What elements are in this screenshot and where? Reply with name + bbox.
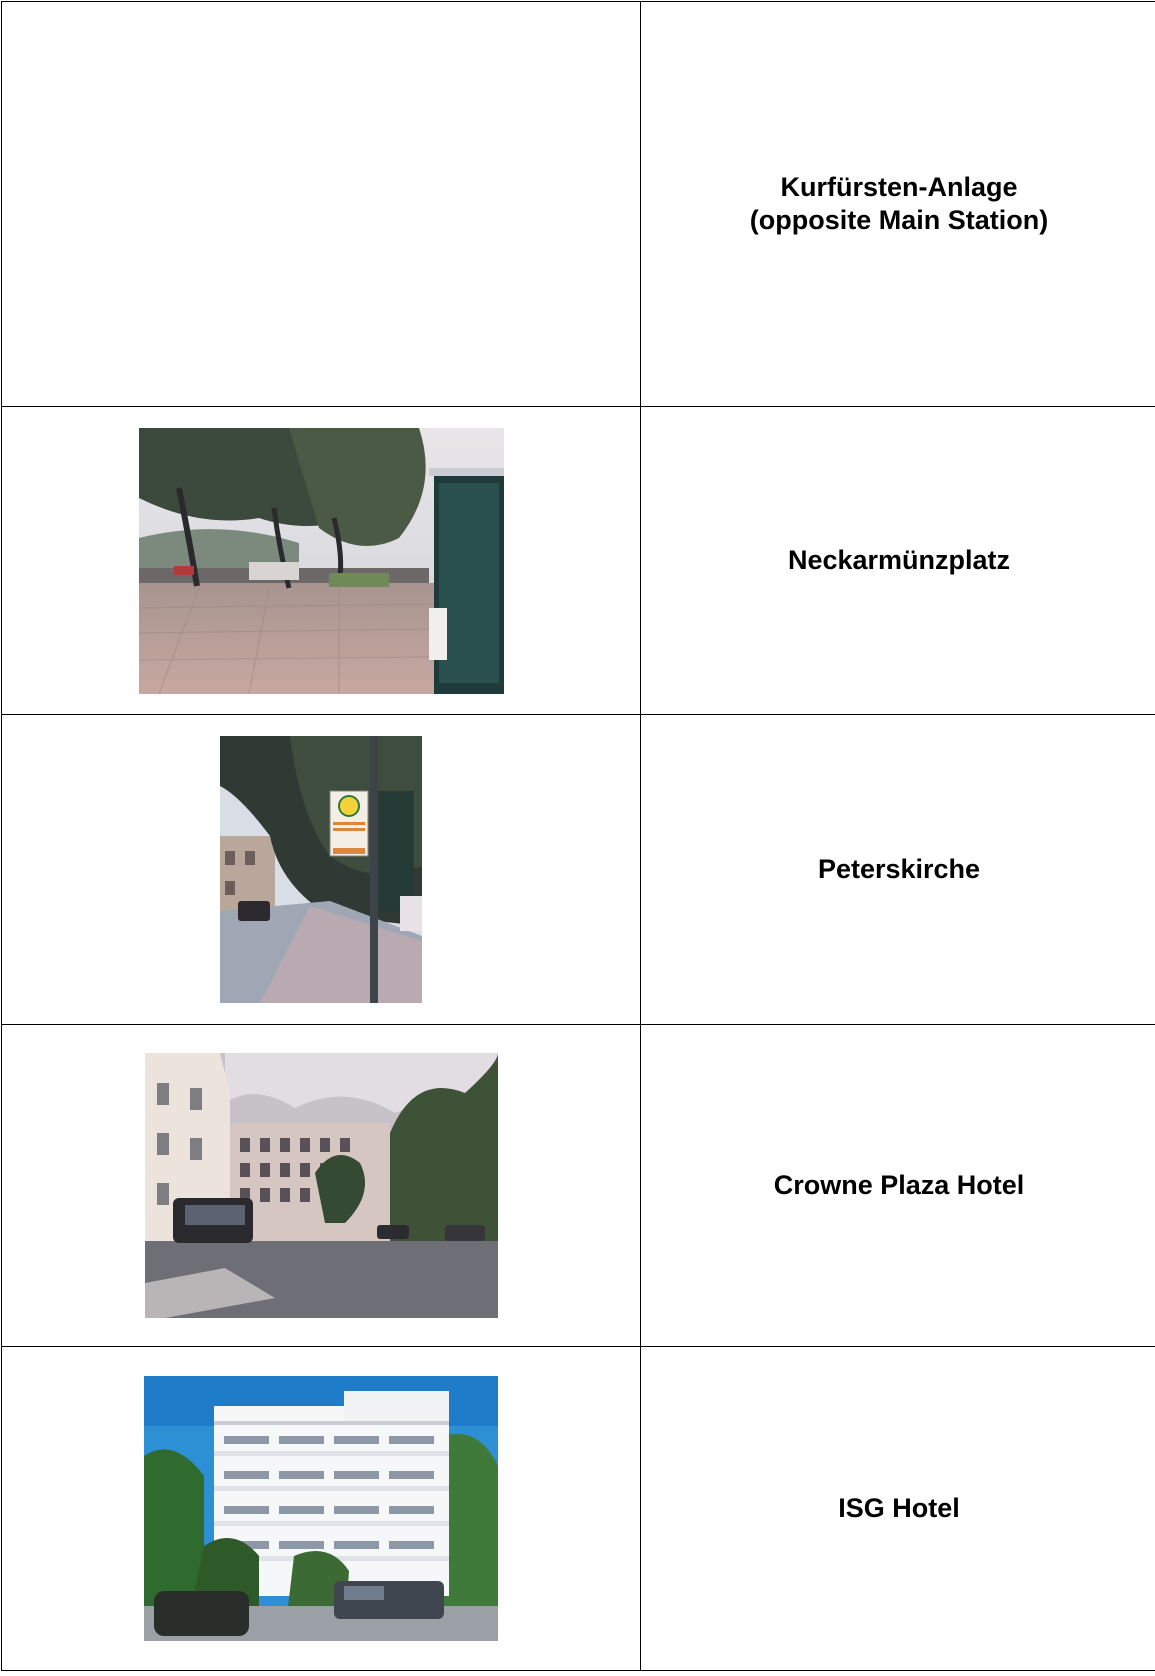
stop-name: ISG Hotel [838,1493,960,1523]
stop-name: Peterskirche [817,854,981,884]
peterskirche-photo [220,736,422,1003]
stop-name-cell: Neckarmünzplatz [640,406,1155,715]
isg-hotel-photo [144,1376,498,1641]
stop-name-cell: Kurfürsten-Anlage (opposite Main Station… [640,1,1155,407]
stop-photo-cell-empty [1,1,641,407]
stop-photo-cell [1,406,641,715]
stop-name-cell: ISG Hotel [640,1346,1155,1671]
stop-photo-cell [1,714,641,1025]
stop-row: Crowne Plaza Hotel [1,1024,1155,1347]
stop-name: Crowne Plaza Hotel [773,1170,1025,1200]
crowne-plaza-photo [144,1053,498,1318]
stop-row: ISG Hotel [1,1346,1155,1671]
stop-row: Kurfürsten-Anlage (opposite Main Station… [1,1,1155,407]
stop-name-cell: Crowne Plaza Hotel [640,1024,1155,1347]
stop-name: Kurfürsten-Anlage (opposite Main Station… [749,172,1049,235]
stop-row: Peterskirche [1,714,1155,1025]
stop-photo-cell [1,1024,641,1347]
stop-name: Neckarmünzplatz [787,545,1011,575]
stop-name-cell: Peterskirche [640,714,1155,1025]
bus-stops-table: Kurfürsten-Anlage (opposite Main Station… [1,1,1155,1671]
stop-photo-cell [1,1346,641,1671]
stop-row: Neckarmünzplatz [1,406,1155,715]
neckarmuenzplatz-photo [138,427,504,694]
